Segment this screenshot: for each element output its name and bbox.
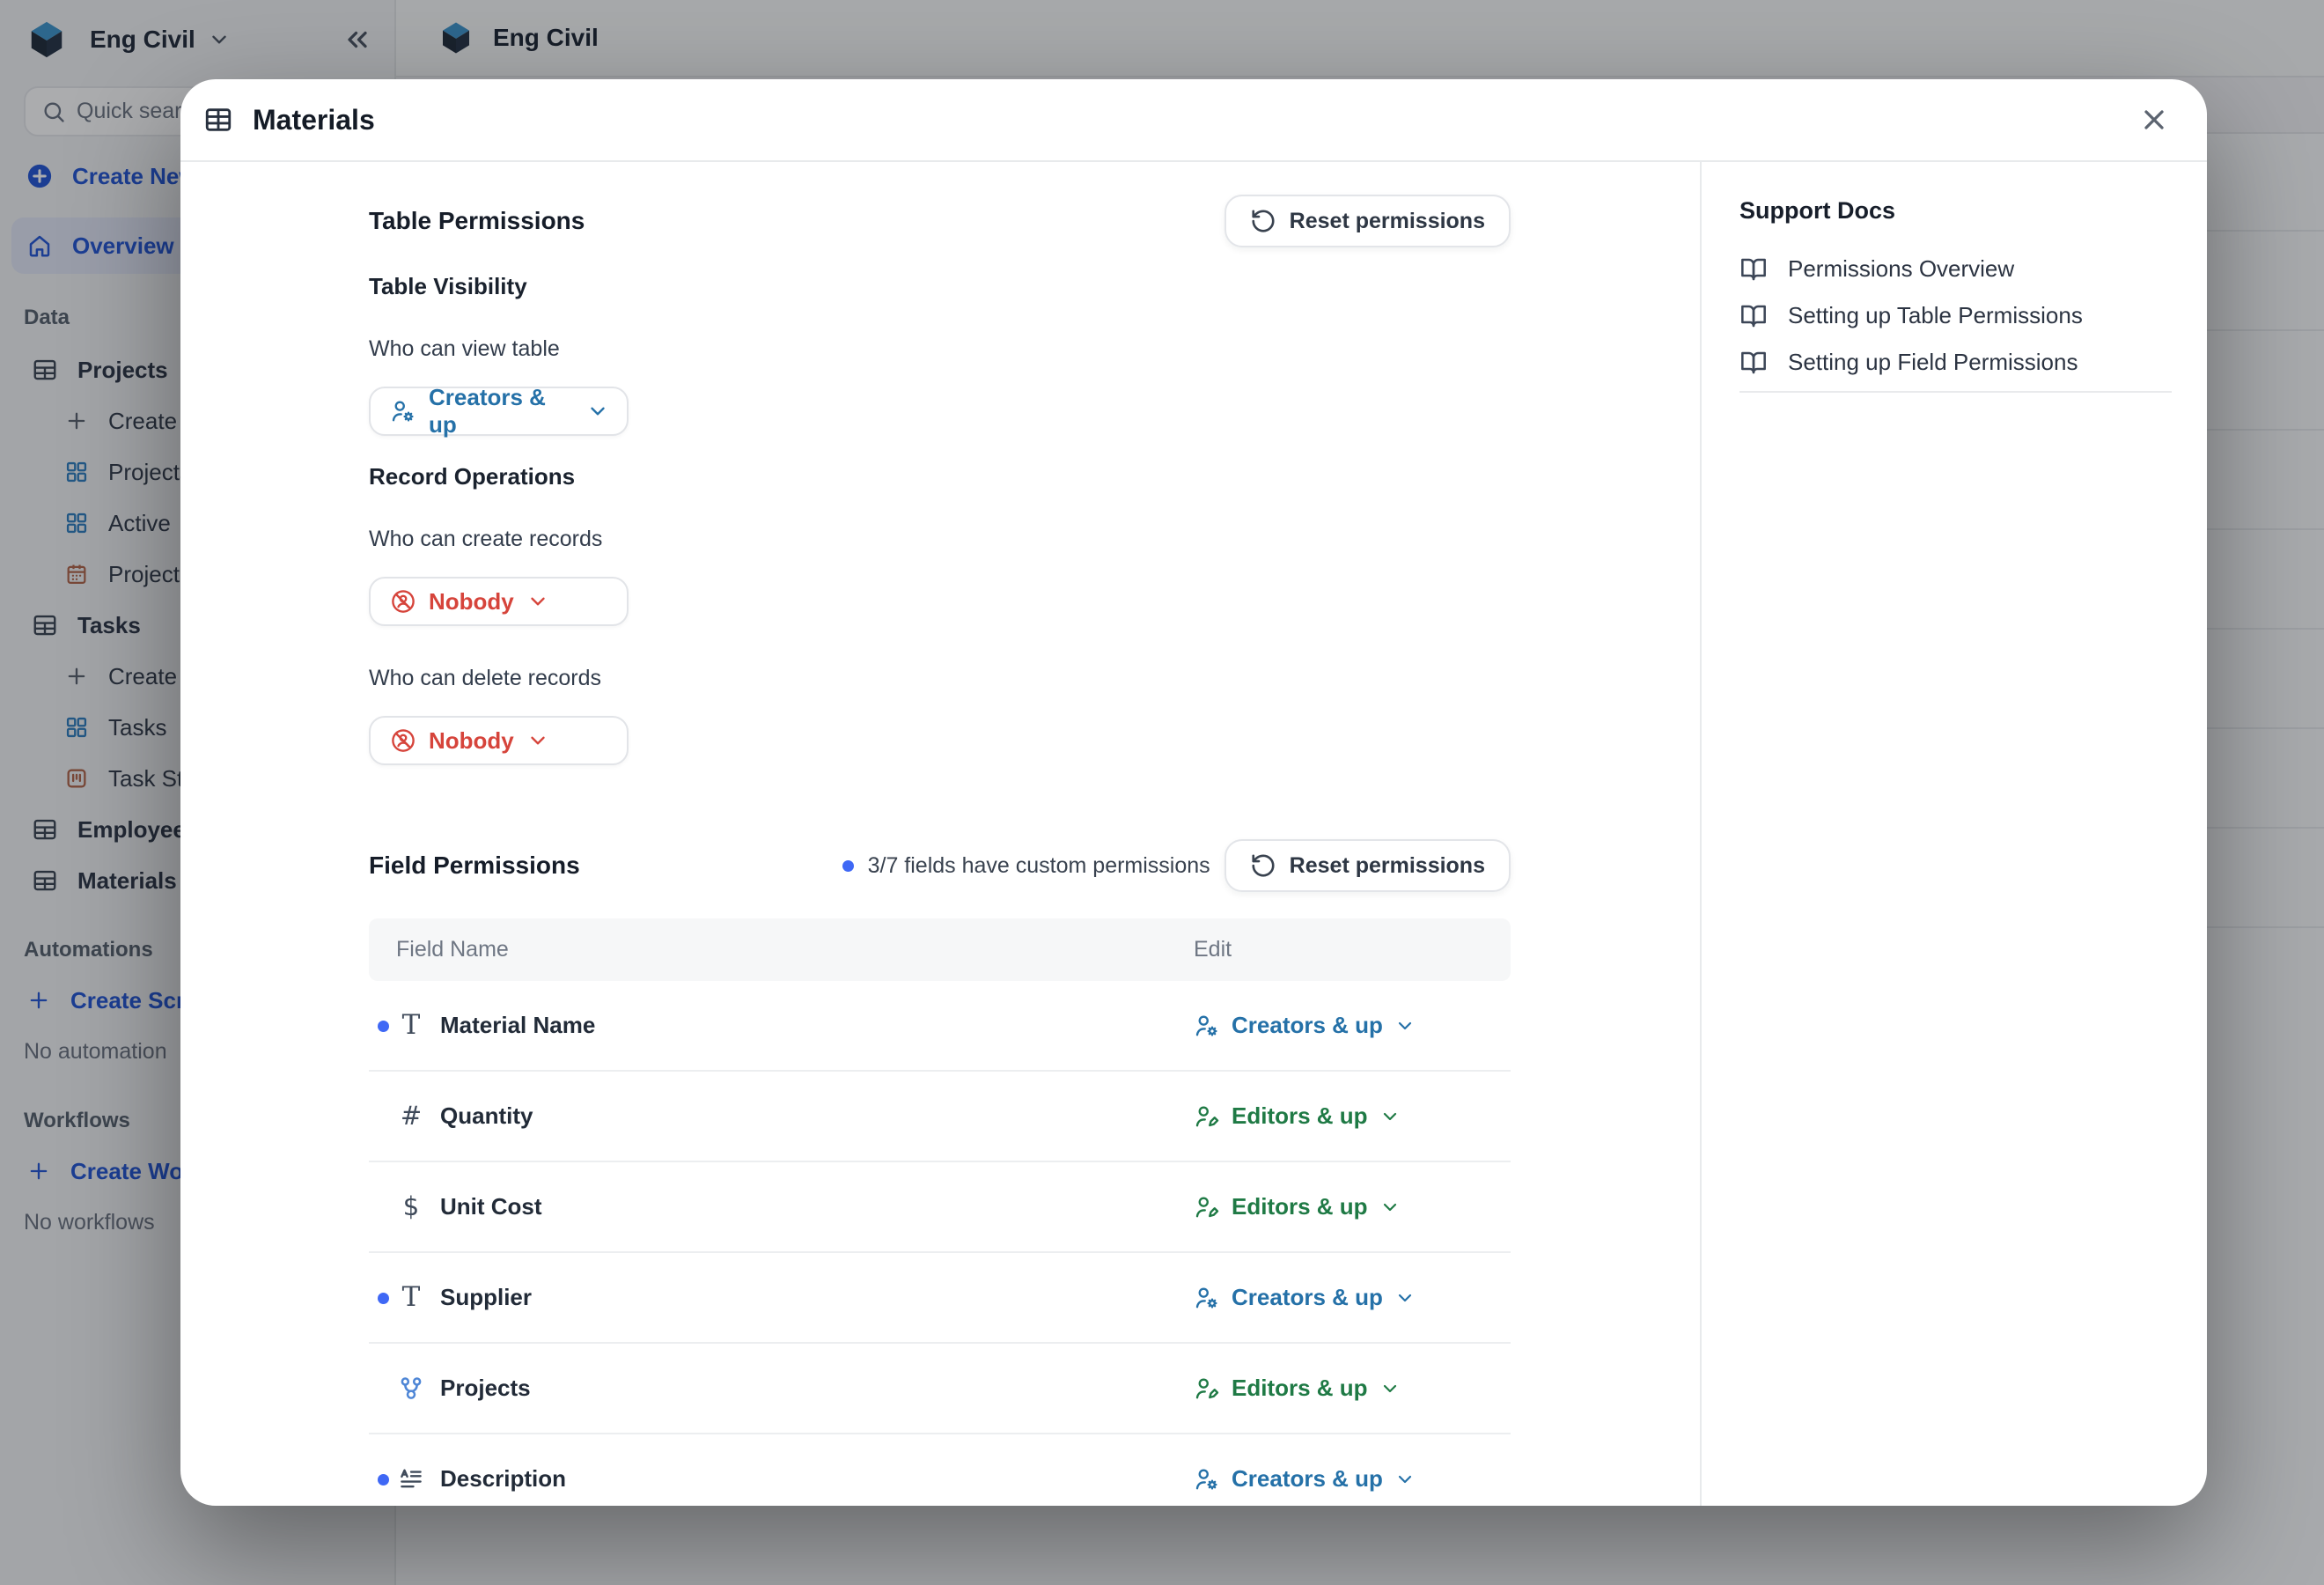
book-open-icon	[1739, 301, 1768, 329]
table-row: # Quantity Editors & up	[369, 1072, 1511, 1162]
dropdown-value: Editors & up	[1232, 1375, 1368, 1402]
table-row: Projects Editors & up	[369, 1344, 1511, 1434]
create-records-permission-dropdown[interactable]: Nobody	[369, 577, 629, 626]
reset-button-label: Reset permissions	[1290, 209, 1485, 234]
field-name: Material Name	[440, 1012, 595, 1039]
user-blocked-icon	[390, 727, 416, 754]
custom-permissions-text: 3/7 fields have custom permissions	[868, 853, 1210, 879]
doc-link-label: Permissions Overview	[1788, 255, 2014, 283]
custom-dot	[842, 860, 854, 872]
doc-link-field-permissions[interactable]: Setting up Field Permissions	[1739, 347, 2172, 377]
dropdown-value: Nobody	[429, 727, 514, 755]
person-gear-icon	[1194, 1466, 1220, 1493]
dropdown-value: Editors & up	[1232, 1102, 1368, 1130]
long-text-field-icon	[395, 1466, 427, 1493]
chevron-down-icon	[1379, 1378, 1401, 1399]
table-header-row: Field Name Edit	[369, 918, 1511, 981]
table-row: T Material Name Creators & up	[369, 981, 1511, 1072]
who-can-create-label: Who can create records	[369, 526, 1511, 552]
custom-permission-dot	[378, 1021, 389, 1032]
support-docs-heading: Support Docs	[1739, 197, 2172, 227]
number-field-icon: #	[395, 1103, 427, 1129]
currency-field-icon: $	[395, 1194, 427, 1220]
dropdown-value: Creators & up	[429, 384, 574, 439]
user-blocked-icon	[390, 588, 416, 615]
permissions-content: Table Permissions Reset permissions Tabl…	[180, 162, 1700, 1506]
chevron-down-icon	[1394, 1469, 1416, 1490]
chevron-down-icon	[526, 729, 549, 752]
link-field-icon	[395, 1375, 427, 1403]
edit-permission-dropdown[interactable]: Creators & up	[1194, 1465, 1416, 1493]
person-gear-icon	[1194, 1013, 1220, 1039]
chevron-down-icon	[586, 400, 609, 423]
table-row: T Supplier Creators & up	[369, 1253, 1511, 1344]
doc-link-permissions-overview[interactable]: Permissions Overview	[1739, 254, 2172, 284]
field-name-column-header: Field Name	[369, 937, 1194, 962]
edit-permission-dropdown[interactable]: Editors & up	[1194, 1375, 1401, 1402]
field-name: Description	[440, 1465, 566, 1493]
field-permissions-header-row: Field Permissions 3/7 fields have custom…	[369, 839, 1511, 892]
field-permissions-heading: Field Permissions	[369, 851, 580, 880]
doc-link-table-permissions[interactable]: Setting up Table Permissions	[1739, 300, 2172, 330]
field-name: Projects	[440, 1375, 531, 1402]
person-pencil-icon	[1194, 1103, 1220, 1130]
person-gear-icon	[1194, 1285, 1220, 1311]
view-table-permission-dropdown[interactable]: Creators & up	[369, 387, 629, 436]
book-open-icon	[1739, 254, 1768, 283]
dropdown-value: Creators & up	[1232, 1465, 1383, 1493]
who-can-delete-label: Who can delete records	[369, 665, 1511, 691]
doc-link-label: Setting up Field Permissions	[1788, 349, 2078, 376]
who-can-view-label: Who can view table	[369, 335, 1511, 362]
text-field-icon: T	[395, 1012, 427, 1039]
divider	[1739, 391, 2172, 393]
custom-permission-dot	[378, 1474, 389, 1485]
close-icon	[2138, 104, 2170, 136]
custom-permissions-note: 3/7 fields have custom permissions	[842, 853, 1210, 879]
person-gear-icon	[390, 398, 416, 424]
field-permissions-table: Field Name Edit T Material Name Creators…	[369, 918, 1511, 1506]
person-pencil-icon	[1194, 1375, 1220, 1402]
close-button[interactable]	[2131, 97, 2177, 143]
record-operations-heading: Record Operations	[369, 462, 1511, 490]
edit-permission-dropdown[interactable]: Editors & up	[1194, 1193, 1401, 1220]
edit-permission-dropdown[interactable]: Creators & up	[1194, 1012, 1416, 1039]
field-name: Unit Cost	[440, 1193, 542, 1220]
doc-link-label: Setting up Table Permissions	[1788, 302, 2083, 329]
chevron-down-icon	[1379, 1106, 1401, 1127]
dropdown-value: Creators & up	[1232, 1284, 1383, 1311]
table-visibility-heading: Table Visibility	[369, 272, 1511, 300]
field-name: Supplier	[440, 1284, 532, 1311]
person-pencil-icon	[1194, 1194, 1220, 1220]
chevron-down-icon	[526, 590, 549, 613]
table-row: $ Unit Cost Editors & up	[369, 1162, 1511, 1253]
custom-permission-dot	[378, 1293, 389, 1304]
reset-icon	[1250, 852, 1276, 879]
reset-field-permissions-button[interactable]: Reset permissions	[1225, 839, 1511, 892]
chevron-down-icon	[1394, 1287, 1416, 1309]
dropdown-value: Nobody	[429, 588, 514, 616]
edit-column-header: Edit	[1194, 937, 1511, 962]
field-name: Quantity	[440, 1102, 533, 1130]
reset-table-permissions-button[interactable]: Reset permissions	[1225, 195, 1511, 247]
reset-icon	[1250, 208, 1276, 234]
edit-permission-dropdown[interactable]: Editors & up	[1194, 1102, 1401, 1130]
reset-button-label: Reset permissions	[1290, 853, 1485, 879]
support-docs-panel: Support Docs Permissions Overview Settin…	[1700, 162, 2207, 1506]
table-row: Description Creators & up	[369, 1434, 1511, 1506]
delete-records-permission-dropdown[interactable]: Nobody	[369, 716, 629, 765]
book-open-icon	[1739, 348, 1768, 376]
chevron-down-icon	[1379, 1197, 1401, 1218]
dropdown-value: Creators & up	[1232, 1012, 1383, 1039]
text-field-icon: T	[395, 1284, 427, 1311]
chevron-down-icon	[1394, 1015, 1416, 1036]
table-permissions-header-row: Table Permissions Reset permissions	[369, 195, 1511, 247]
dropdown-value: Editors & up	[1232, 1193, 1368, 1220]
table-icon	[203, 105, 233, 135]
modal-title: Materials	[253, 104, 375, 136]
edit-permission-dropdown[interactable]: Creators & up	[1194, 1284, 1416, 1311]
table-permissions-heading: Table Permissions	[369, 207, 585, 235]
table-permissions-modal: Materials Table Permissions Reset permis…	[180, 79, 2207, 1506]
modal-header: Materials	[180, 79, 2207, 162]
